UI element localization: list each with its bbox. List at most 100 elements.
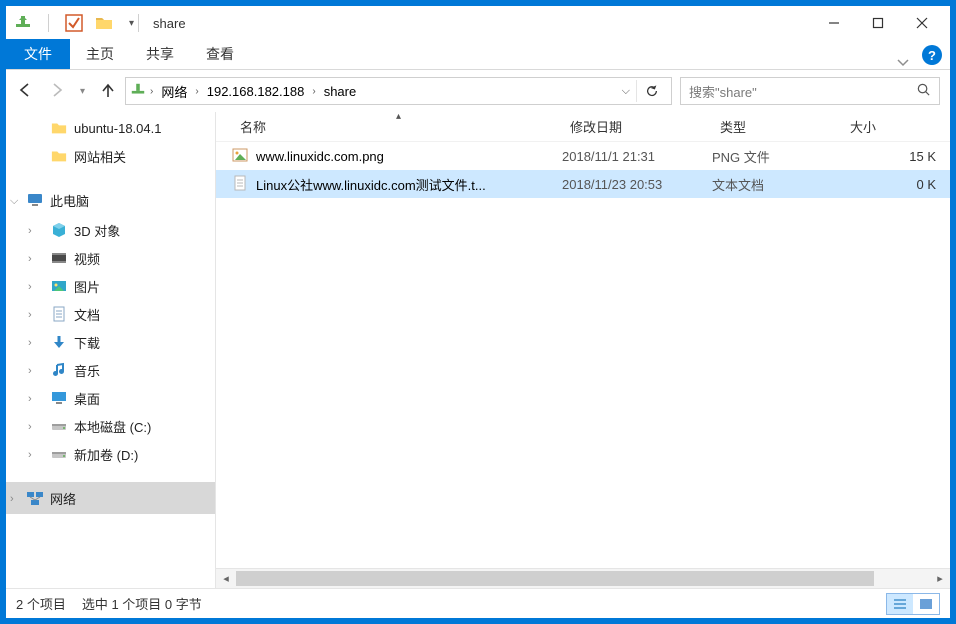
minimize-button[interactable] xyxy=(812,8,856,38)
details-view-button[interactable] xyxy=(887,594,913,614)
file-name: www.linuxidc.com.png xyxy=(256,149,384,164)
app-icon xyxy=(14,14,32,32)
column-size[interactable]: 大小 xyxy=(842,117,950,136)
chevron-right-icon[interactable]: › xyxy=(191,86,202,97)
chevron-right-icon[interactable]: › xyxy=(308,86,319,97)
quick-access-toolbar: ▾ xyxy=(14,14,134,32)
address-dropdown-icon[interactable]: ⌵ xyxy=(616,81,636,102)
expander-icon[interactable]: › xyxy=(28,393,32,405)
tree-item[interactable]: ubuntu-18.04.1 xyxy=(6,114,215,142)
search-input[interactable]: 搜索"share" xyxy=(680,77,940,105)
network-icon xyxy=(26,489,44,507)
window-title: share xyxy=(153,16,186,31)
navigation-tree: ubuntu-18.04.1 网站相关 ⌵ 此电脑 ›3D 对象›视频›图片›文… xyxy=(6,112,216,588)
png-file-icon xyxy=(232,147,248,166)
recent-dropdown-icon[interactable]: ▾ xyxy=(80,86,85,97)
txt-file-icon xyxy=(232,175,248,194)
tree-item[interactable]: ›文档 xyxy=(6,300,215,328)
expander-icon[interactable]: › xyxy=(10,493,14,505)
this-pc-icon xyxy=(26,191,44,209)
file-tab[interactable]: 文件 xyxy=(6,39,70,69)
search-icon[interactable] xyxy=(916,82,931,100)
close-button[interactable] xyxy=(900,8,944,38)
tree-item-label: 此电脑 xyxy=(50,191,89,210)
tree-item[interactable]: ›音乐 xyxy=(6,356,215,384)
tree-item[interactable]: ›本地磁盘 (C:) xyxy=(6,412,215,440)
tab-share[interactable]: 共享 xyxy=(130,39,190,69)
tree-item-label: 新加卷 (D:) xyxy=(74,445,138,464)
column-type[interactable]: 类型 xyxy=(712,117,842,136)
tab-home[interactable]: 主页 xyxy=(70,39,130,69)
tree-item[interactable]: › 图片 xyxy=(6,272,215,300)
expander-icon[interactable]: › xyxy=(28,281,32,293)
breadcrumb[interactable]: 192.168.182.188 xyxy=(203,84,309,99)
status-bar: 2 个项目 选中 1 个项目 0 字节 xyxy=(6,588,950,618)
pictures-icon xyxy=(50,278,68,294)
file-row[interactable]: www.linuxidc.com.png2018/11/1 21:31PNG 文… xyxy=(216,142,950,170)
file-type: PNG 文件 xyxy=(712,147,842,166)
qat-checkbox-icon[interactable] xyxy=(65,14,83,32)
column-headers: ▴ 名称 修改日期 类型 大小 xyxy=(216,112,950,142)
file-size: 0 K xyxy=(842,177,950,192)
qat-folder-icon[interactable] xyxy=(95,14,113,32)
maximize-button[interactable] xyxy=(856,8,900,38)
file-rows: www.linuxidc.com.png2018/11/1 21:31PNG 文… xyxy=(216,142,950,568)
breadcrumb[interactable]: 网络 xyxy=(157,82,191,101)
tree-item-label: 下载 xyxy=(74,333,100,352)
expander-icon[interactable]: › xyxy=(28,337,32,349)
expander-icon[interactable]: › xyxy=(28,421,32,433)
qat-dropdown-icon[interactable]: ▾ xyxy=(129,18,134,29)
file-size: 15 K xyxy=(842,149,950,164)
tree-item[interactable]: › 下载 xyxy=(6,328,215,356)
thumbnails-view-button[interactable] xyxy=(913,594,939,614)
help-button[interactable]: ? xyxy=(922,45,942,65)
expander-icon[interactable]: › xyxy=(28,225,32,237)
tree-item[interactable]: ›桌面 xyxy=(6,384,215,412)
file-list-pane: ▴ 名称 修改日期 类型 大小 www.linuxidc.com.png2018… xyxy=(216,112,950,588)
file-name: Linux公社www.linuxidc.com测试文件.t... xyxy=(256,175,486,194)
expander-icon[interactable]: ⌵ xyxy=(10,195,18,208)
collapse-ribbon-icon[interactable] xyxy=(890,55,916,69)
file-date: 2018/11/23 20:53 xyxy=(562,177,712,192)
ribbon: 文件 主页 共享 查看 ? xyxy=(6,40,950,70)
tab-view[interactable]: 查看 xyxy=(190,39,250,69)
expander-icon[interactable]: › xyxy=(28,309,32,321)
titlebar: ▾ share xyxy=(6,6,950,40)
folder-icon xyxy=(50,148,68,164)
expander-icon[interactable]: › xyxy=(28,253,32,265)
scroll-right-button[interactable]: ▸ xyxy=(930,569,950,588)
expander-icon[interactable]: › xyxy=(28,449,32,461)
tree-item-label: ubuntu-18.04.1 xyxy=(74,121,161,136)
chevron-right-icon[interactable]: › xyxy=(146,86,157,97)
breadcrumb[interactable]: share xyxy=(320,84,361,99)
tree-item-label: 图片 xyxy=(74,277,100,296)
scroll-left-button[interactable]: ◂ xyxy=(216,569,236,588)
refresh-button[interactable] xyxy=(636,80,667,102)
scroll-thumb[interactable] xyxy=(236,571,874,586)
tree-item-network[interactable]: › 网络 xyxy=(6,482,215,514)
horizontal-scrollbar[interactable]: ◂ ▸ xyxy=(216,568,950,588)
separator xyxy=(138,14,139,32)
back-button[interactable] xyxy=(16,81,34,102)
video-icon xyxy=(50,250,68,266)
drive-icon xyxy=(50,418,68,434)
docs-icon xyxy=(50,306,68,322)
location-icon xyxy=(130,82,146,101)
tree-item[interactable]: 网站相关 xyxy=(6,142,215,170)
tree-item-thispc[interactable]: ⌵ 此电脑 xyxy=(6,184,215,216)
up-button[interactable] xyxy=(99,81,117,102)
scroll-track[interactable] xyxy=(236,569,930,588)
file-row[interactable]: Linux公社www.linuxidc.com测试文件.t... 2018/11/… xyxy=(216,170,950,198)
tree-item-label: 网络 xyxy=(50,489,76,508)
address-bar[interactable]: › 网络 › 192.168.182.188 › share ⌵ xyxy=(125,77,672,105)
sort-indicator-icon: ▴ xyxy=(396,111,401,122)
column-date[interactable]: 修改日期 xyxy=(562,117,712,136)
address-band: ▾ › 网络 › 192.168.182.188 › share ⌵ 搜索"sh… xyxy=(6,70,950,112)
tree-item[interactable]: › 新加卷 (D:) xyxy=(6,440,215,468)
tree-item[interactable]: ›视频 xyxy=(6,244,215,272)
tree-item-label: 网站相关 xyxy=(74,147,126,166)
folder-icon xyxy=(50,120,68,136)
expander-icon[interactable]: › xyxy=(28,365,32,377)
forward-button[interactable] xyxy=(48,81,66,102)
tree-item[interactable]: ›3D 对象 xyxy=(6,216,215,244)
